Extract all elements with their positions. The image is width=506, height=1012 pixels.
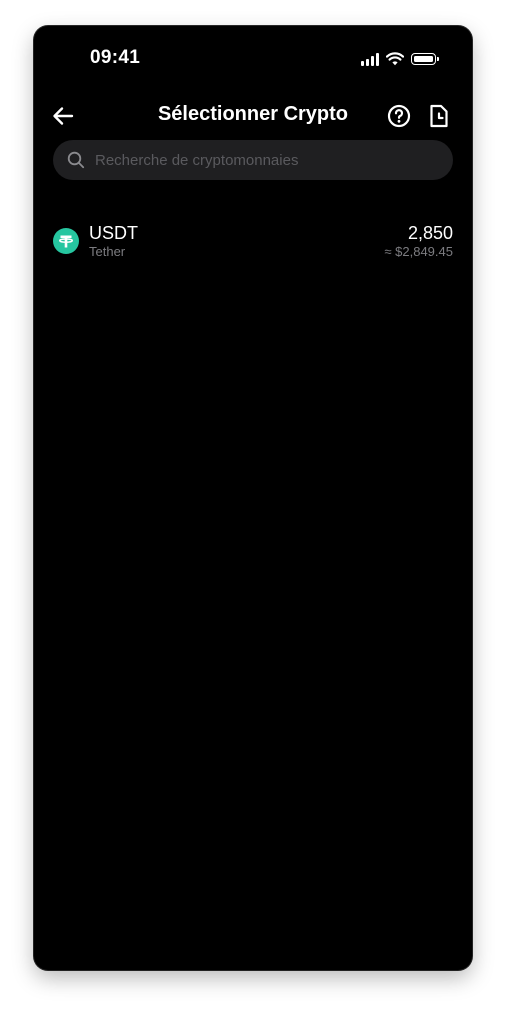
history-button[interactable] xyxy=(426,103,452,129)
coin-balance: 2,850 xyxy=(407,223,453,243)
coin-fiat-value: ≈ $2,849.45 xyxy=(384,244,453,259)
search-bar[interactable] xyxy=(53,140,453,180)
cellular-signal-icon xyxy=(361,52,379,66)
status-icons xyxy=(361,50,439,68)
status-time: 09:41 xyxy=(90,47,141,68)
coin-symbol: USDT xyxy=(89,223,138,243)
question-circle-icon xyxy=(387,104,411,128)
crypto-list-item-usdt[interactable]: USDT Tether 2,850 ≈ $2,849.45 xyxy=(34,216,472,266)
status-bar: 09:41 xyxy=(34,26,472,90)
help-button[interactable] xyxy=(386,103,412,129)
wifi-icon xyxy=(386,52,404,66)
header: Sélectionner Crypto xyxy=(34,98,472,134)
tether-icon xyxy=(53,228,79,254)
search-icon xyxy=(67,151,85,169)
coin-name: Tether xyxy=(89,244,126,259)
phone-screen: 09:41 Sélectionner Crypto Recherche de c… xyxy=(34,26,472,970)
document-clock-icon xyxy=(430,104,448,128)
battery-icon xyxy=(411,53,439,65)
search-input[interactable] xyxy=(95,140,439,180)
